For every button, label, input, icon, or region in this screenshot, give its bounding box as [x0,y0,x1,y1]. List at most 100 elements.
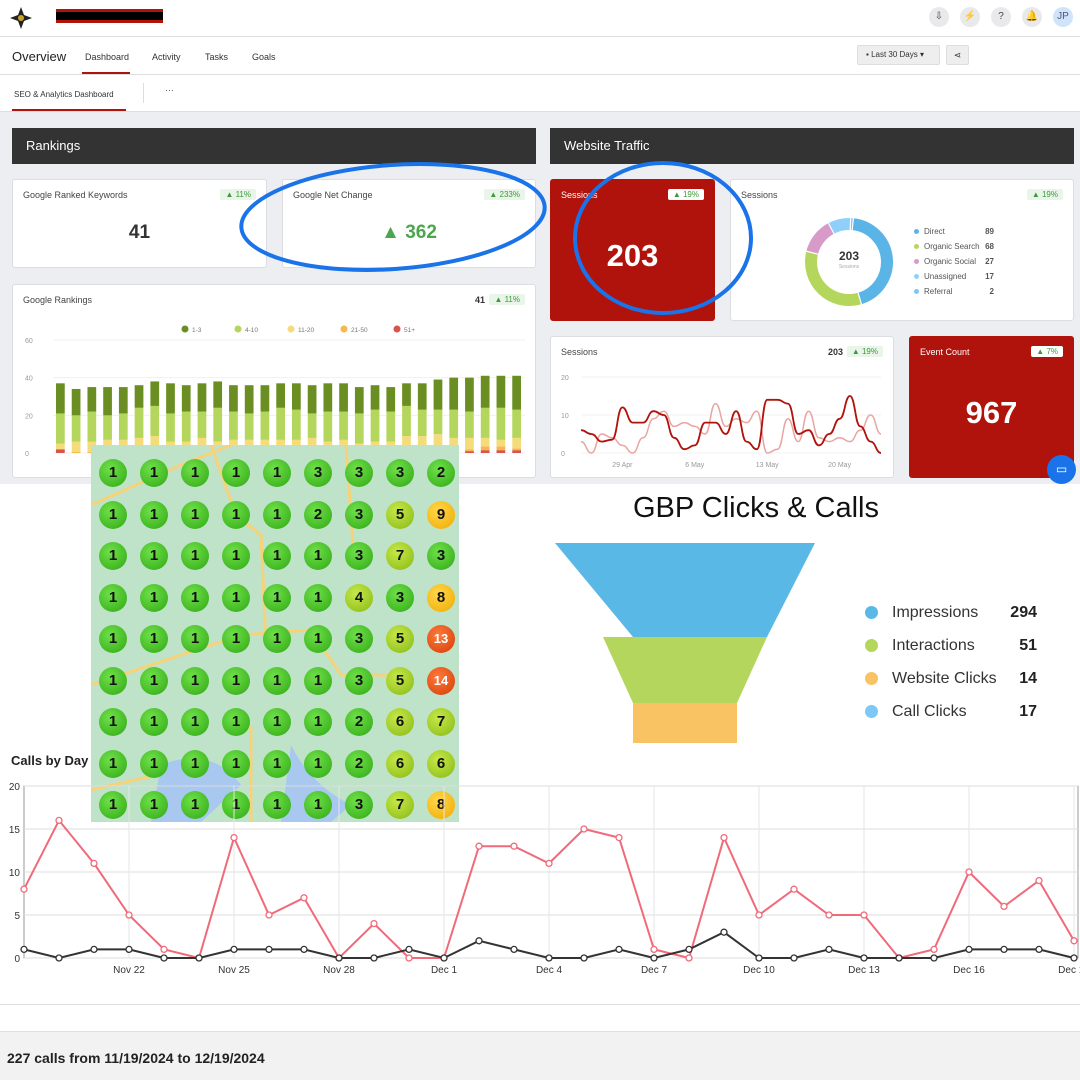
rank-pin[interactable]: 1 [304,583,332,612]
rank-pin[interactable]: 1 [222,666,250,695]
rank-pin[interactable]: 1 [222,500,250,529]
event-count-card[interactable]: Event Count ▲ 7% 967 [909,336,1074,478]
rank-pin[interactable]: 1 [263,500,291,529]
rank-pin[interactable]: 8 [427,583,455,612]
rank-pin[interactable]: 3 [386,459,414,487]
data-point [160,954,168,962]
rank-pin[interactable]: 1 [304,749,332,778]
rank-pin[interactable]: 1 [222,708,250,736]
rank-pin[interactable]: 3 [345,625,373,653]
rank-pin[interactable]: 1 [263,583,291,612]
bell-icon[interactable]: 🔔 [1022,7,1042,27]
rank-pin[interactable]: 1 [222,625,250,653]
rank-pin[interactable]: 2 [304,500,332,529]
more-tabs-button[interactable]: ··· [165,85,174,95]
sessions-line-card[interactable]: Sessions 203 ▲ 19% 0 10 20 29 Apr 6 May 13 Ma… [550,336,894,478]
share-icon[interactable]: ⋖ [946,45,969,65]
logo-icon[interactable] [10,7,32,29]
rank-pin[interactable]: 1 [140,625,168,653]
sessions-donut-card[interactable]: Sessions ▲ 19% 203 Sessions Direct 89 Orga… [730,179,1074,321]
rank-pin[interactable]: 1 [99,749,127,778]
rank-pin[interactable]: 1 [222,459,250,487]
ranked-keywords-card[interactable]: Google Ranked Keywords ▲ 11% 41 [12,179,267,268]
rank-pin[interactable]: 13 [427,625,455,653]
rank-pin[interactable]: 3 [386,583,414,612]
rank-pin[interactable]: 1 [140,500,168,529]
rank-pin[interactable]: 5 [386,500,414,529]
legend-dot [914,274,919,280]
rank-pin[interactable]: 1 [181,542,209,570]
rank-pin[interactable]: 2 [345,708,373,736]
rank-pin[interactable]: 1 [181,666,209,695]
rank-pin[interactable]: 1 [222,542,250,570]
rank-pin[interactable]: 1 [263,749,291,778]
rank-pin[interactable]: 1 [263,625,291,653]
rank-pin[interactable]: 1 [304,666,332,695]
rank-pin[interactable]: 1 [99,500,127,529]
rank-pin[interactable]: 6 [386,708,414,736]
avatar[interactable]: JP [1053,7,1073,27]
rank-pin[interactable]: 7 [427,708,455,736]
date-range-dropdown[interactable]: ▪ Last 30 Days ▾ [857,45,940,65]
rank-pin[interactable]: 3 [345,459,373,487]
rank-pin[interactable]: 6 [386,749,414,778]
rank-pin[interactable]: 2 [345,749,373,778]
import-icon[interactable]: ⇩ [929,7,949,27]
rank-pin[interactable]: 9 [427,500,455,529]
sessions-big-card[interactable]: Sessions ▲ 19% 203 [550,179,715,321]
rank-pin[interactable]: 1 [140,708,168,736]
rank-pin[interactable]: 2 [427,459,455,487]
rank-pin[interactable]: 7 [386,542,414,570]
tab-activity[interactable]: Activity [152,52,181,62]
rank-pin[interactable]: 1 [222,583,250,612]
rank-pin[interactable]: 3 [345,666,373,695]
rank-pin[interactable]: 3 [427,542,455,570]
rank-pin[interactable]: 3 [304,459,332,487]
tab-goals[interactable]: Goals [252,52,276,62]
rocket-icon[interactable]: ⚡ [960,7,980,27]
rank-pin[interactable]: 1 [99,625,127,653]
rank-pin[interactable]: 1 [181,500,209,529]
rank-pin[interactable]: 4 [345,583,373,612]
rank-pin[interactable]: 1 [263,542,291,570]
data-point [1035,945,1043,954]
rank-pin[interactable]: 1 [304,625,332,653]
rank-pin[interactable]: 5 [386,666,414,695]
rank-pin[interactable]: 1 [304,708,332,736]
rank-pin[interactable]: 1 [263,459,291,487]
rank-pin[interactable]: 3 [345,542,373,570]
data-point [755,911,763,919]
rank-pin[interactable]: 1 [99,666,127,695]
rank-pin[interactable]: 14 [427,666,455,695]
rank-pin[interactable]: 1 [181,708,209,736]
chat-button[interactable]: ▭ [1047,455,1076,484]
rank-pin[interactable]: 1 [140,583,168,612]
card-title: Google Net Change [293,190,373,200]
rank-pin[interactable]: 1 [140,459,168,487]
help-icon[interactable]: ? [991,7,1011,27]
rank-pin[interactable]: 1 [99,459,127,487]
rank-pin[interactable]: 1 [181,583,209,612]
rank-pin[interactable]: 1 [181,749,209,778]
rank-pin[interactable]: 3 [345,500,373,529]
rank-pin[interactable]: 1 [99,542,127,570]
net-change-card[interactable]: Google Net Change ▲ 233% ▲ 362 [282,179,536,268]
rank-pin[interactable]: 1 [181,459,209,487]
rank-pin[interactable]: 1 [263,708,291,736]
y-tick-label: 10 [561,413,569,420]
tab-dashboard[interactable]: Dashboard [85,52,129,62]
card-value: 41 [474,295,485,305]
rank-pin[interactable]: 6 [427,749,455,778]
rank-pin[interactable]: 1 [99,583,127,612]
tab-seo-analytics[interactable]: SEO & Analytics Dashboard [14,90,114,99]
rank-pin[interactable]: 1 [304,542,332,570]
rank-pin[interactable]: 1 [140,749,168,778]
tab-tasks[interactable]: Tasks [205,52,228,62]
rank-pin[interactable]: 1 [140,542,168,570]
rank-pin[interactable]: 1 [99,708,127,736]
rank-pin[interactable]: 1 [181,625,209,653]
rank-pin[interactable]: 5 [386,625,414,653]
rank-pin[interactable]: 1 [140,666,168,695]
rank-pin[interactable]: 1 [263,666,291,695]
rank-pin[interactable]: 1 [222,749,250,778]
